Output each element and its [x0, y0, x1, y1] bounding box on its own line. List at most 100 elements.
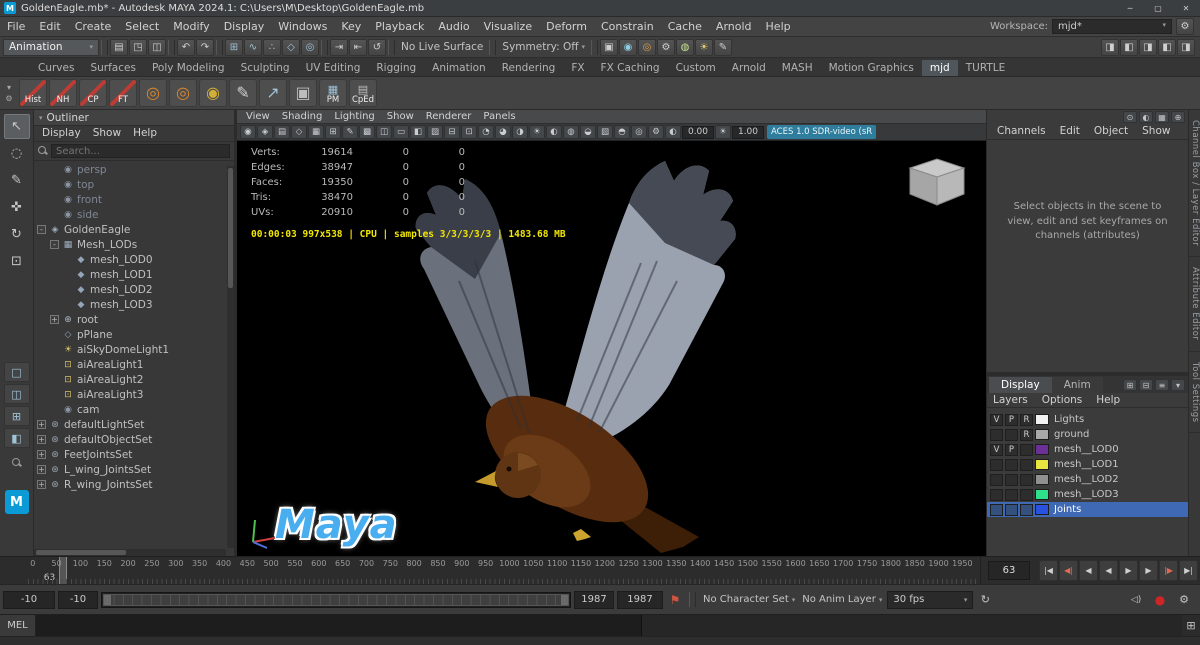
safe-title-icon[interactable]: ⊡ [461, 125, 477, 139]
layer-menu-help[interactable]: Help [1090, 393, 1126, 407]
gate-mask-icon[interactable]: ◧ [410, 125, 426, 139]
menu-visualize[interactable]: Visualize [477, 17, 539, 36]
shelf-tab-curves[interactable]: Curves [30, 60, 82, 76]
paint-select-tool[interactable]: ✎ [4, 168, 30, 193]
outliner-item-root[interactable]: + ⊕ root [34, 312, 234, 327]
animation-start-field[interactable] [3, 590, 55, 609]
channel-menu-object[interactable]: Object [1088, 124, 1134, 139]
layer-row-mesh-lod2[interactable]: mesh__LOD2 [987, 472, 1188, 487]
layer-color-swatch[interactable] [1035, 504, 1049, 515]
snap-grid-icon[interactable]: ⊞ [225, 38, 243, 56]
bookmarks-icon[interactable]: ◇ [291, 125, 307, 139]
layer-playback-toggle[interactable] [1005, 488, 1018, 501]
command-output[interactable] [642, 615, 1182, 636]
shelf-tab-mash[interactable]: MASH [774, 60, 821, 76]
menu-edit[interactable]: Edit [32, 17, 67, 36]
outliner-item-defaultlightset[interactable]: + ⊛ defaultLightSet [34, 417, 234, 432]
construction-history-icon[interactable]: ↺ [368, 38, 386, 56]
playback-end-field[interactable] [574, 590, 614, 609]
channel-speed-icon[interactable]: ◐ [1139, 111, 1153, 123]
layer-color-swatch[interactable] [1035, 459, 1049, 470]
viewport-gear-icon[interactable]: ⚙ [648, 125, 664, 139]
layer-color-swatch[interactable] [1035, 444, 1049, 455]
zoom-tool[interactable] [4, 450, 30, 475]
redo-icon[interactable]: ↷ [196, 38, 214, 56]
outliner-vertical-scrollbar[interactable] [227, 166, 234, 548]
gamma-icon[interactable]: ☀ [715, 125, 731, 139]
menu-playback[interactable]: Playback [368, 17, 431, 36]
shelf-pm-button[interactable]: ▦ PM [319, 79, 347, 107]
shelf-tab-custom[interactable]: Custom [668, 60, 724, 76]
layer-visibility-toggle[interactable]: V [990, 443, 1003, 456]
animation-preferences-icon[interactable]: ⚙ [1175, 591, 1193, 609]
expand-expander[interactable]: + [50, 315, 59, 324]
menu-help[interactable]: Help [759, 17, 798, 36]
menu-modify[interactable]: Modify [166, 17, 216, 36]
playback-start-field[interactable] [58, 590, 98, 609]
workspace-gear-icon[interactable]: ⚙ [1176, 18, 1194, 35]
channel-menu-show[interactable]: Show [1136, 124, 1176, 139]
outliner-horizontal-scrollbar[interactable] [34, 549, 226, 556]
shelf-tab-sculpting[interactable]: Sculpting [233, 60, 298, 76]
layer-playback-toggle[interactable] [1005, 473, 1018, 486]
isolate-select-icon[interactable]: ◎ [631, 125, 647, 139]
layer-visibility-toggle[interactable]: V [990, 413, 1003, 426]
shelf-hist-button[interactable]: Hist [19, 79, 47, 107]
open-scene-icon[interactable]: ◳ [129, 38, 147, 56]
channel-menu-channels[interactable]: Channels [991, 124, 1052, 139]
layer-reference-toggle[interactable] [1020, 488, 1033, 501]
menu-cache[interactable]: Cache [661, 17, 709, 36]
select-tool[interactable]: ↖ [3, 114, 30, 139]
layer-visibility-toggle[interactable] [990, 458, 1003, 471]
shadows-icon[interactable]: ◐ [546, 125, 562, 139]
outliner-item-mesh-lod0[interactable]: ◆ mesh_LOD0 [34, 252, 234, 267]
layer-color-swatch[interactable] [1035, 489, 1049, 500]
outliner-item-persp[interactable]: ◉ persp [34, 162, 234, 177]
expand-expander[interactable]: + [37, 465, 46, 474]
layer-reference-toggle[interactable] [1020, 473, 1033, 486]
lasso-select-tool[interactable]: ◌ [4, 141, 30, 166]
view-cube[interactable] [904, 153, 970, 211]
workspace-selector[interactable]: mjd* ▾ [1052, 19, 1172, 34]
shelf-tab-fx[interactable]: FX [563, 60, 592, 76]
expand-expander[interactable]: + [37, 480, 46, 489]
range-start-handle[interactable] [104, 594, 111, 605]
menu-windows[interactable]: Windows [271, 17, 334, 36]
shelf-clipboard-button[interactable]: ▣ [289, 79, 317, 107]
snap-center-icon[interactable]: ◎ [301, 38, 319, 56]
use-all-lights-icon[interactable]: ☀ [529, 125, 545, 139]
viewport-menu-view[interactable]: View [241, 110, 275, 123]
shelf-tab-fx-caching[interactable]: FX Caching [593, 60, 668, 76]
hypershade-icon[interactable]: ◍ [675, 38, 694, 56]
minimize-button[interactable]: ─ [1116, 0, 1144, 16]
outliner-menu-help[interactable]: Help [128, 126, 162, 141]
layer-playback-toggle[interactable]: P [1005, 413, 1018, 426]
screen-space-ao-icon[interactable]: ◍ [563, 125, 579, 139]
bookmark-flag-icon[interactable]: ⚑ [666, 591, 684, 609]
menu-key[interactable]: Key [334, 17, 368, 36]
layer-reference-toggle[interactable]: R [1020, 413, 1033, 426]
outliner-item-cam[interactable]: ◉ cam [34, 402, 234, 417]
viewport-menu-lighting[interactable]: Lighting [329, 110, 379, 123]
lock-camera-icon[interactable]: ◈ [257, 125, 273, 139]
paint-effects-icon[interactable]: ✎ [713, 38, 732, 56]
layer-row-mesh-lod0[interactable]: V Pmesh__LOD0 [987, 442, 1188, 457]
outliner-item-mesh-lod2[interactable]: ◆ mesh_LOD2 [34, 282, 234, 297]
ipr-render-icon[interactable]: ◎ [637, 38, 656, 56]
toggle-attribute-editor-icon[interactable]: ◨ [1139, 38, 1157, 56]
outliner-item-mesh-lod3[interactable]: ◆ mesh_LOD3 [34, 297, 234, 312]
timeline-playhead[interactable]: 63 [44, 557, 67, 584]
layer-tab-display[interactable]: Display [989, 377, 1052, 393]
save-scene-icon[interactable]: ◫ [148, 38, 166, 56]
add-layer-from-selected-icon[interactable]: ⊟ [1139, 379, 1153, 391]
shelf-tab-surfaces[interactable]: Surfaces [82, 60, 143, 76]
layer-color-swatch[interactable] [1035, 429, 1049, 440]
exposure-icon[interactable]: ◐ [665, 125, 681, 139]
play-backwards-button[interactable]: ◀ [1099, 560, 1118, 581]
shelf-tab-rendering[interactable]: Rendering [494, 60, 564, 76]
outliner-item-mesh-lod1[interactable]: ◆ mesh_LOD1 [34, 267, 234, 282]
menu-create[interactable]: Create [68, 17, 119, 36]
viewport-menu-renderer[interactable]: Renderer [421, 110, 477, 123]
textured-icon[interactable]: ◑ [512, 125, 528, 139]
range-slider-track[interactable] [101, 591, 571, 608]
